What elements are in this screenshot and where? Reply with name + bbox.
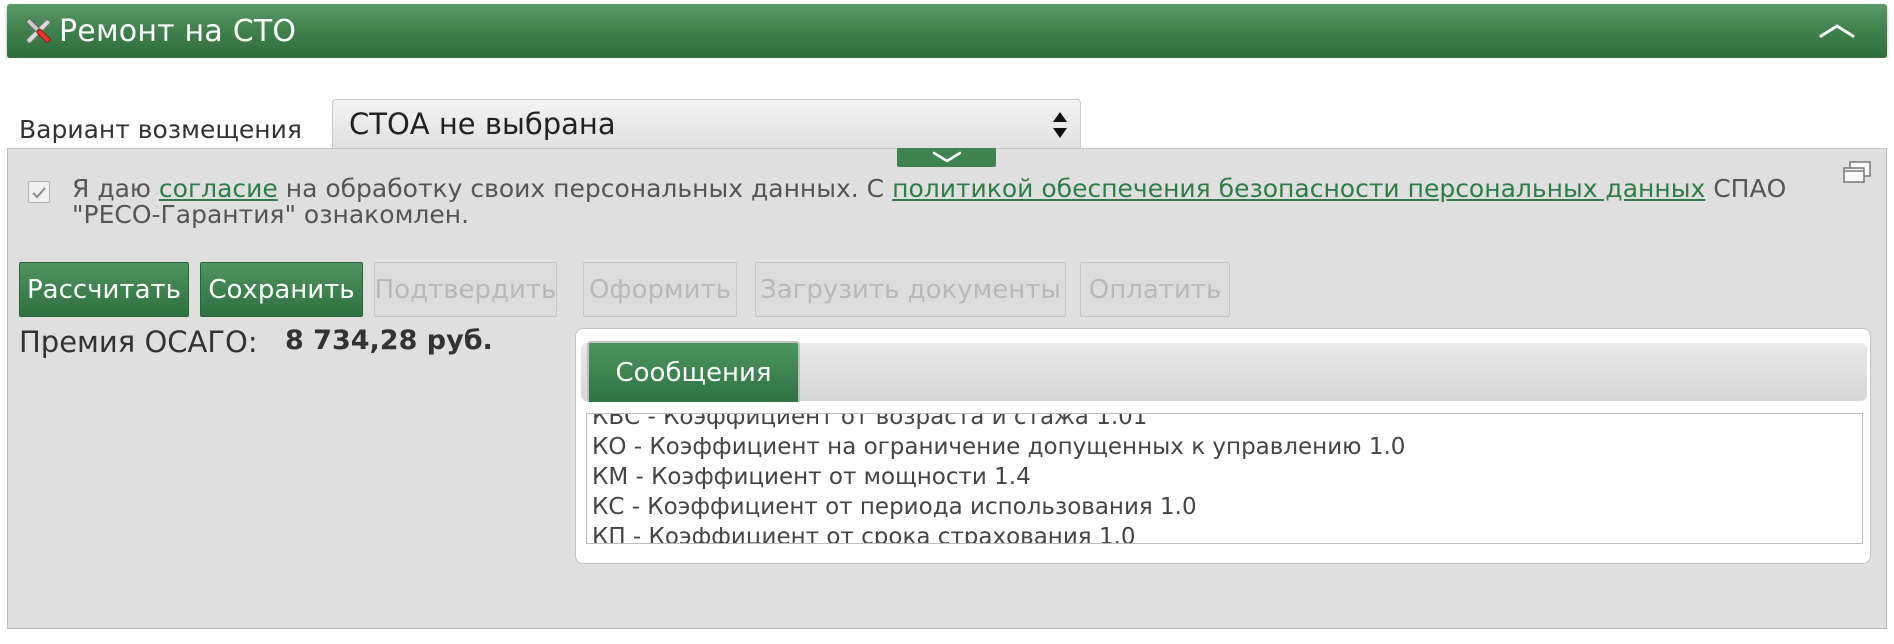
section-header[interactable]: Ремонт на СТО xyxy=(7,4,1887,58)
variant-select[interactable]: СТОА не выбрана xyxy=(332,99,1081,149)
message-line: КО - Коэффициент на ограничение допущенн… xyxy=(592,434,1406,460)
privacy-policy-link[interactable]: политикой обеспечения безопасности персо… xyxy=(892,174,1705,203)
message-line: КВС - Коэффициент от возраста и стажа 1.… xyxy=(592,413,1148,430)
premium-label: Премия ОСАГО: xyxy=(19,325,258,359)
section-title: Ремонт на СТО xyxy=(59,13,297,49)
variant-label: Вариант возмещения xyxy=(19,115,302,144)
messages-list-content: КВС - Коэффициент от возраста и стажа 1.… xyxy=(592,413,1406,544)
tab-messages[interactable]: Сообщения xyxy=(587,341,800,402)
save-button[interactable]: Сохранить xyxy=(200,262,363,317)
tools-icon xyxy=(21,14,55,48)
messages-panel: Сообщения КВС - Коэффициент от возраста … xyxy=(575,328,1871,564)
calculate-button[interactable]: Рассчитать xyxy=(19,262,189,317)
restore-window-icon[interactable] xyxy=(1842,160,1872,186)
consent-text-start: Я даю xyxy=(72,174,159,203)
confirm-button[interactable]: Подтвердить xyxy=(374,262,557,317)
message-line: КС - Коэффициент от периода использовани… xyxy=(592,494,1197,520)
consent-row: Я даю согласие на обработку своих персон… xyxy=(28,176,1828,228)
checkmark-icon xyxy=(32,187,46,199)
consent-link[interactable]: согласие xyxy=(159,174,278,203)
sort-arrows-icon xyxy=(1052,110,1068,140)
message-line: КП - Коэффициент от срока страхования 1.… xyxy=(592,524,1136,544)
upload-documents-button[interactable]: Загрузить документы xyxy=(755,262,1066,317)
chevron-up-icon[interactable] xyxy=(1817,18,1857,42)
variant-select-value: СТОА не выбрана xyxy=(349,107,616,141)
message-line: КМ - Коэффициент от мощности 1.4 xyxy=(592,464,1031,490)
chevron-down-icon xyxy=(932,151,961,163)
consent-text: Я даю согласие на обработку своих персон… xyxy=(72,176,1828,228)
pay-button[interactable]: Оплатить xyxy=(1080,262,1230,317)
premium-value: 8 734,28 руб. xyxy=(285,325,493,356)
consent-text-middle: на обработку своих персональных данных. … xyxy=(277,174,893,203)
expand-toggle[interactable] xyxy=(897,148,996,167)
issue-button[interactable]: Оформить xyxy=(583,262,737,317)
messages-list[interactable]: КВС - Коэффициент от возраста и стажа 1.… xyxy=(586,413,1863,544)
consent-checkbox[interactable] xyxy=(28,181,50,203)
